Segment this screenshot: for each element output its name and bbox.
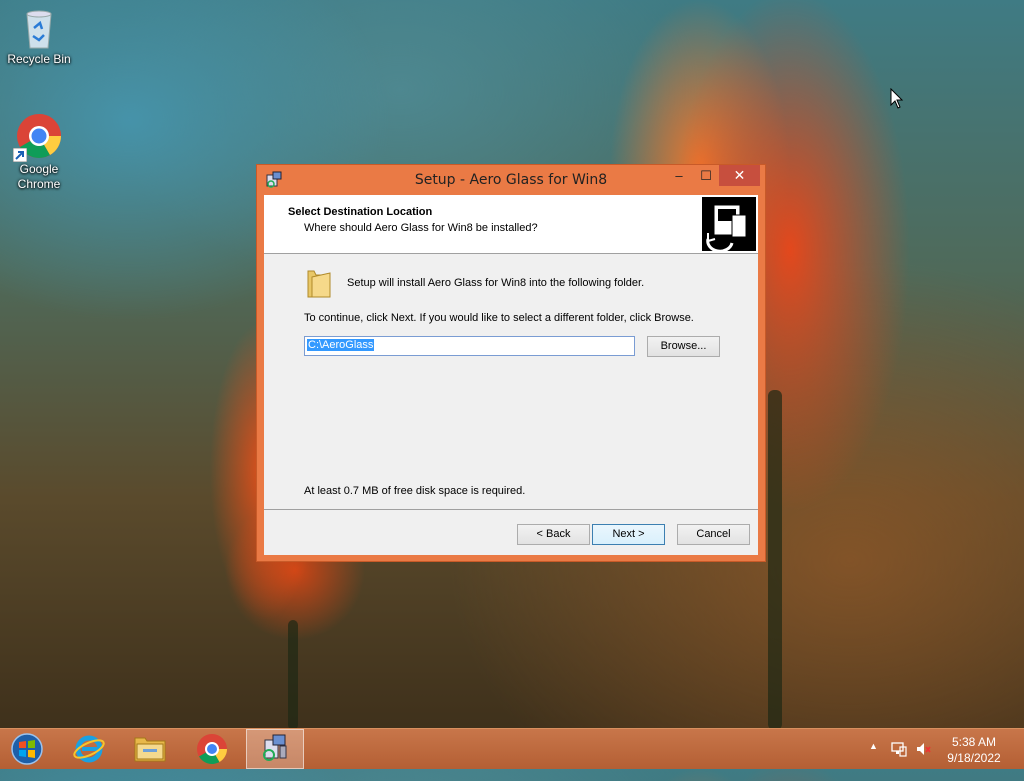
taskbar: ▲ 5:38 AM 9/18/2022: [0, 728, 1024, 769]
desktop-icon-label: Google Chrome: [17, 162, 61, 191]
next-button[interactable]: Next >: [592, 524, 665, 545]
destination-path-input[interactable]: C:\AeroGlass: [304, 336, 635, 356]
chrome-icon: [197, 734, 227, 765]
destination-path-value: C:\AeroGlass: [307, 339, 375, 351]
install-description: Setup will install Aero Glass for Win8 i…: [347, 277, 645, 289]
setup-icon: [263, 734, 287, 761]
clock-time: 5:38 AM: [951, 735, 997, 749]
shortcut-arrow-icon: [13, 148, 27, 162]
cancel-button[interactable]: Cancel: [677, 524, 750, 545]
mouse-cursor-icon: [890, 87, 904, 113]
setup-window: Setup - Aero Glass for Win8 – ☐ ✕ Select…: [256, 164, 766, 562]
tray-chevron[interactable]: ▲: [869, 741, 878, 781]
chrome-icon: [13, 112, 63, 162]
divider: [264, 509, 758, 510]
start-icon: [11, 733, 43, 765]
setup-computer-icon: [702, 197, 756, 253]
page-title: Select Destination Location: [288, 206, 433, 218]
taskbar-internet-explorer[interactable]: [60, 729, 118, 769]
maximize-button[interactable]: ☐: [693, 165, 719, 186]
title-bar[interactable]: Setup - Aero Glass for Win8 – ☐ ✕: [257, 165, 765, 195]
taskbar-file-explorer[interactable]: [121, 729, 179, 769]
wizard-header: Select Destination Location Where should…: [264, 195, 758, 254]
desktop-icon-google-chrome[interactable]: Google Chrome: [3, 112, 75, 192]
browse-button[interactable]: Browse...: [647, 336, 720, 357]
continue-instructions: To continue, click Next. If you would li…: [304, 312, 694, 324]
system-clock[interactable]: 5:38 AM 9/18/2022: [932, 734, 1016, 766]
wizard-client-area: Select Destination Location Where should…: [264, 195, 758, 555]
disk-space-requirement: At least 0.7 MB of free disk space is re…: [304, 485, 526, 497]
start-button[interactable]: [0, 729, 58, 769]
volume-muted-icon[interactable]: [915, 741, 931, 781]
clock-date: 9/18/2022: [947, 751, 1001, 765]
page-subtitle: Where should Aero Glass for Win8 be inst…: [304, 222, 538, 234]
folder-icon: [306, 267, 332, 299]
taskbar-chrome[interactable]: [183, 729, 241, 769]
taskbar-setup[interactable]: [246, 729, 304, 769]
recycle-bin-icon: [21, 6, 57, 50]
desktop-icon-recycle-bin[interactable]: Recycle Bin: [3, 6, 75, 67]
file-explorer-icon: [134, 737, 166, 762]
desktop-icon-label: Recycle Bin: [7, 52, 71, 66]
back-button[interactable]: < Back: [517, 524, 590, 545]
internet-explorer-icon: [73, 735, 105, 763]
minimize-button[interactable]: –: [665, 165, 693, 186]
close-button[interactable]: ✕: [719, 165, 760, 186]
network-icon[interactable]: [891, 741, 907, 781]
